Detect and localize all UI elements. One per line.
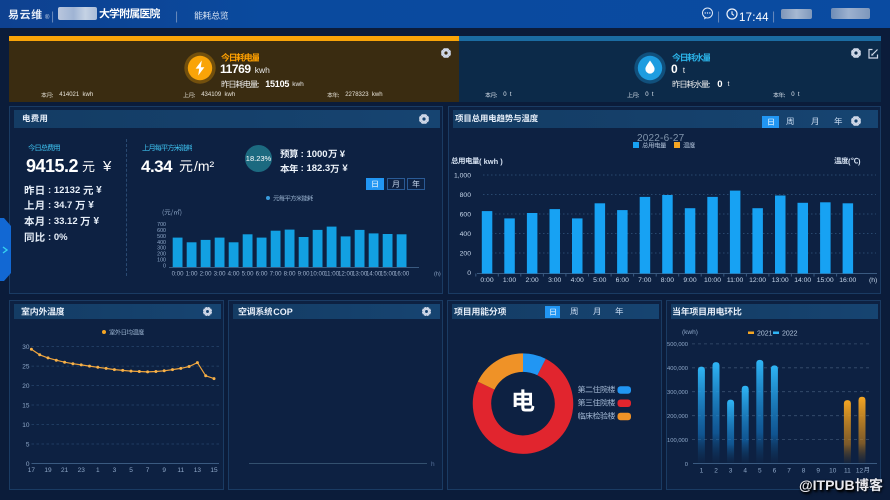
svg-text:1:00: 1:00 (186, 271, 198, 278)
svg-text:200,000: 200,000 (667, 414, 688, 420)
svg-text:0: 0 (685, 462, 688, 468)
svg-text:h: h (431, 461, 435, 468)
svg-text:23: 23 (78, 467, 86, 474)
svg-text:2021: 2021 (757, 331, 773, 338)
svg-text:12: 12 (856, 468, 864, 475)
svg-text:0: 0 (467, 270, 471, 277)
svg-text:16:00: 16:00 (394, 271, 410, 278)
svg-text:7: 7 (787, 468, 791, 475)
svg-text:9:00: 9:00 (683, 277, 696, 284)
svg-text:2:00: 2:00 (200, 271, 212, 278)
svg-text:400,000: 400,000 (667, 366, 688, 372)
svg-text:500: 500 (157, 234, 166, 240)
svg-text:12:00: 12:00 (749, 277, 766, 284)
svg-text:13:00: 13:00 (772, 277, 789, 284)
svg-text:0: 0 (163, 264, 166, 270)
svg-text:(h): (h) (869, 277, 877, 284)
svg-text:4:00: 4:00 (228, 271, 240, 278)
svg-text:13: 13 (194, 467, 202, 474)
svg-text:4: 4 (743, 468, 747, 475)
svg-text:8:00: 8:00 (661, 277, 674, 284)
svg-text:3: 3 (729, 468, 733, 475)
svg-text:800: 800 (460, 192, 472, 199)
svg-text:10: 10 (829, 468, 837, 475)
svg-text:10:00: 10:00 (704, 277, 721, 284)
svg-text:8:00: 8:00 (284, 271, 296, 278)
svg-text:200: 200 (460, 250, 472, 257)
svg-text:30: 30 (22, 344, 30, 351)
svg-text:300: 300 (157, 246, 166, 252)
svg-text:16:00: 16:00 (839, 277, 856, 284)
svg-text:500,000: 500,000 (667, 342, 688, 348)
svg-text:1: 1 (700, 468, 704, 475)
svg-text:7:00: 7:00 (638, 277, 651, 284)
svg-text:0:00: 0:00 (172, 271, 184, 278)
svg-text:5: 5 (129, 467, 133, 474)
svg-text:15:00: 15:00 (817, 277, 834, 284)
svg-text:400: 400 (460, 231, 472, 238)
svg-text:5: 5 (758, 468, 762, 475)
svg-text:400: 400 (157, 240, 166, 246)
svg-text:9: 9 (162, 467, 166, 474)
svg-text:15: 15 (22, 402, 30, 409)
svg-text:15: 15 (210, 467, 218, 474)
svg-text:5:00: 5:00 (593, 277, 606, 284)
svg-text:6:00: 6:00 (616, 277, 629, 284)
svg-text:11:00: 11:00 (727, 277, 744, 284)
svg-text:1,000: 1,000 (454, 172, 471, 179)
svg-text:25: 25 (22, 363, 30, 370)
svg-text:2:00: 2:00 (525, 277, 538, 284)
svg-text:20: 20 (22, 383, 30, 390)
svg-text:6:00: 6:00 (256, 271, 268, 278)
svg-text:600: 600 (460, 211, 472, 218)
svg-text:5:00: 5:00 (242, 271, 254, 278)
svg-text:7:00: 7:00 (270, 271, 282, 278)
svg-text:21: 21 (61, 467, 69, 474)
svg-text:(kwh): (kwh) (682, 329, 698, 336)
svg-text:6: 6 (773, 468, 777, 475)
svg-text:2: 2 (714, 468, 718, 475)
svg-text:0:00: 0:00 (480, 277, 493, 284)
svg-text:1: 1 (96, 467, 100, 474)
svg-text:8: 8 (802, 468, 806, 475)
svg-text:100: 100 (157, 258, 166, 264)
svg-text:4:00: 4:00 (571, 277, 584, 284)
svg-text:100,000: 100,000 (667, 438, 688, 444)
svg-text:10: 10 (22, 422, 30, 429)
svg-text:19: 19 (44, 467, 52, 474)
svg-text:3:00: 3:00 (214, 271, 226, 278)
svg-text:17: 17 (28, 467, 36, 474)
svg-text:11: 11 (177, 467, 184, 474)
svg-text:2022: 2022 (782, 331, 798, 338)
svg-text:5: 5 (26, 441, 30, 448)
svg-text:700: 700 (157, 222, 166, 228)
svg-text:9:00: 9:00 (298, 271, 310, 278)
svg-text:300,000: 300,000 (667, 390, 688, 396)
svg-text:3: 3 (113, 467, 117, 474)
svg-text:7: 7 (146, 467, 150, 474)
svg-text:9: 9 (816, 468, 820, 475)
svg-text:1:00: 1:00 (503, 277, 516, 284)
svg-text:3:00: 3:00 (548, 277, 561, 284)
svg-text:200: 200 (157, 252, 166, 258)
svg-text:600: 600 (157, 228, 166, 234)
svg-text:11: 11 (844, 468, 851, 475)
svg-text:(h): (h) (434, 272, 441, 278)
svg-text:18.23%: 18.23% (246, 154, 272, 163)
svg-text:14:00: 14:00 (794, 277, 811, 284)
